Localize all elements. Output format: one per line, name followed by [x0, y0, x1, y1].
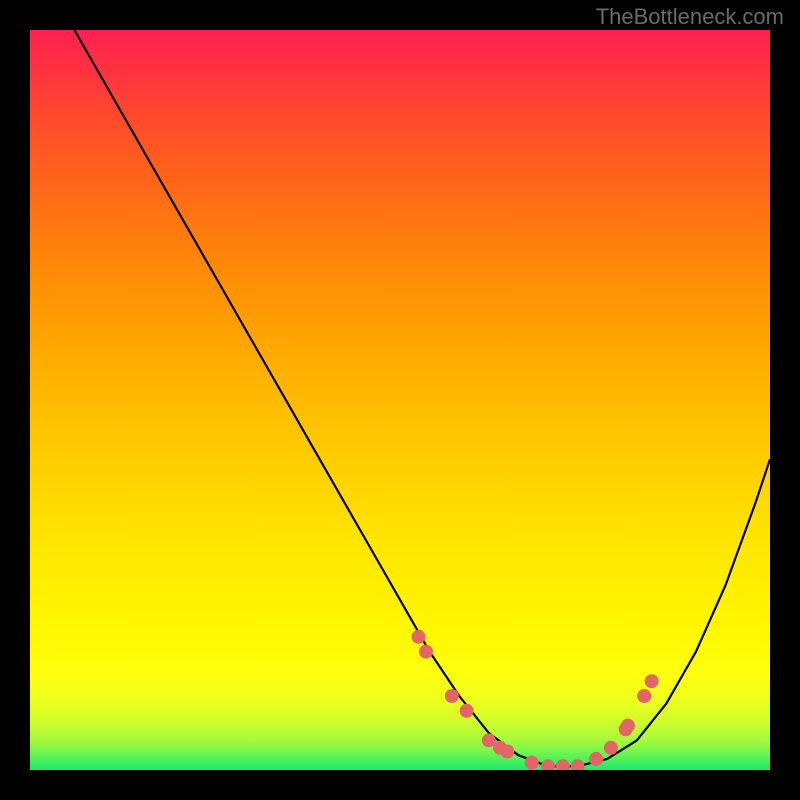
marker-dot	[419, 645, 433, 659]
marker-dot	[500, 745, 514, 759]
chart-svg	[30, 30, 770, 770]
marker-dot	[621, 719, 635, 733]
marker-dot	[645, 674, 659, 688]
marker-dot	[412, 630, 426, 644]
marker-dot	[556, 759, 570, 770]
marker-dot	[541, 759, 555, 770]
marker-dot	[589, 752, 603, 766]
watermark-text: TheBottleneck.com	[596, 4, 784, 30]
marker-dot	[460, 704, 474, 718]
marker-dot	[445, 689, 459, 703]
marker-dot	[637, 689, 651, 703]
marker-dot	[571, 759, 585, 770]
marker-dot	[604, 741, 618, 755]
marker-dot	[525, 756, 539, 770]
